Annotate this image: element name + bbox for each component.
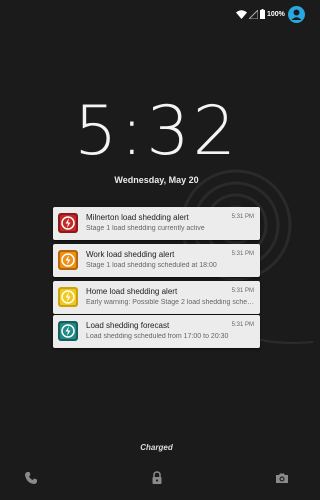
- notification-card[interactable]: Work load shedding alert 5:31 PM Stage 1…: [53, 244, 260, 277]
- notification-body: Early warning: Possible Stage 2 load she…: [86, 299, 257, 306]
- yellow-lightning-badge-icon: [58, 287, 78, 307]
- notification-title: Load shedding forecast: [86, 321, 170, 330]
- camera-icon[interactable]: [275, 471, 289, 485]
- red-lightning-badge-icon: [58, 213, 78, 233]
- notification-title: Home load shedding alert: [86, 287, 178, 296]
- notification-body: Stage 1 load shedding currently active: [86, 225, 205, 232]
- teal-lightning-badge-icon: [58, 321, 78, 341]
- notification-time: 5:31 PM: [231, 251, 254, 257]
- notification-time: 5:31 PM: [231, 288, 254, 294]
- battery-percentage: 100%: [267, 11, 285, 18]
- clock-time: 5:32: [74, 92, 239, 171]
- notification-card[interactable]: Load shedding forecast 5:31 PM Load shed…: [53, 315, 260, 348]
- notification-title: Milnerton load shedding alert: [86, 213, 189, 222]
- notification-card[interactable]: Milnerton load shedding alert 5:31 PM St…: [53, 207, 260, 240]
- wifi-icon: [236, 10, 247, 19]
- notification-card[interactable]: Home load shedding alert 5:31 PM Early w…: [53, 281, 260, 314]
- status-bar: 100%: [0, 0, 313, 30]
- notification-body: Stage 1 load shedding scheduled at 18:00: [86, 262, 217, 269]
- phone-icon[interactable]: [24, 471, 38, 485]
- notification-title: Work load shedding alert: [86, 250, 175, 259]
- clock-date: Wednesday, May 20: [114, 175, 199, 185]
- battery-icon: [260, 9, 265, 19]
- notification-body: Load shedding scheduled from 17:00 to 20…: [86, 333, 229, 340]
- avatar-icon[interactable]: [288, 6, 305, 23]
- notification-time: 5:31 PM: [231, 322, 254, 328]
- signal-icon: [249, 10, 258, 19]
- lock-icon[interactable]: [150, 471, 164, 485]
- charging-status: Charged: [140, 443, 173, 452]
- person-icon: [291, 9, 302, 20]
- notification-time: 5:31 PM: [231, 214, 254, 220]
- orange-lightning-badge-icon: [58, 250, 78, 270]
